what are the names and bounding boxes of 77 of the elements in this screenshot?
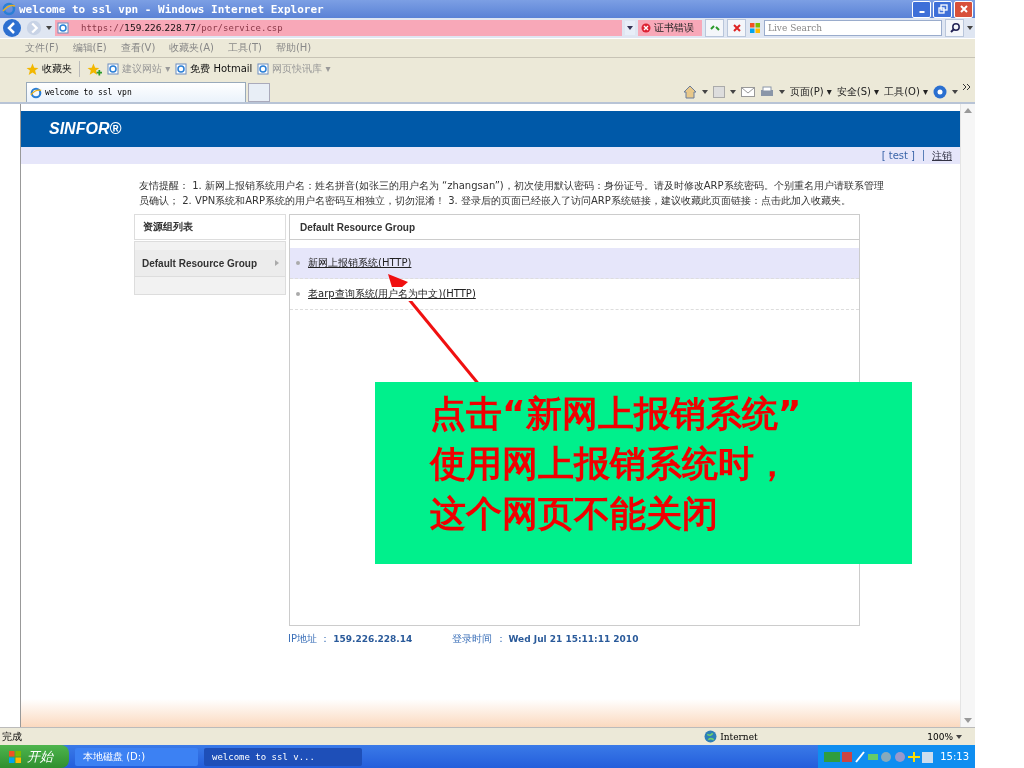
caret-icon[interactable] xyxy=(956,734,962,739)
address-dropdown-button[interactable] xyxy=(625,21,635,35)
notice-text: 员确认； 2. VPN系统和ARP系统的用户名密码互相独立，切勿混淆！ 3. 登录后的页面已经嵌入了访问ARP系统链接，建议收藏此页面链接：点击此加入收藏夹。 xyxy=(139,194,852,208)
command-menu[interactable]: 安全(S) ▾ xyxy=(836,85,880,99)
taskbar-button[interactable]: welcome to ssl v... xyxy=(204,747,362,766)
sidebar-title: 资源组列表 xyxy=(134,214,286,240)
scrollbar[interactable] xyxy=(960,104,975,727)
search-field[interactable]: Live Search xyxy=(764,20,942,36)
page-icon xyxy=(57,22,69,34)
login-time-label: 登录时间 ： xyxy=(452,632,506,646)
window-title: welcome to ssl vpn - Windows Internet Explorer xyxy=(19,2,324,16)
help-icon[interactable] xyxy=(933,85,947,99)
browser-icon xyxy=(30,86,42,99)
caret-icon[interactable] xyxy=(46,26,52,30)
annotation-text: 这个网页不能关闭 xyxy=(430,492,719,536)
error-icon xyxy=(641,23,651,33)
favorites-button[interactable]: 收藏夹 xyxy=(26,62,72,76)
scroll-down-icon[interactable] xyxy=(964,718,972,723)
page-icon xyxy=(107,63,119,75)
login-time-value: Wed Jul 21 15:11:11 2010 xyxy=(508,634,639,644)
caret-icon[interactable] xyxy=(701,90,708,94)
clock: 15:13 xyxy=(940,751,969,762)
resource-group-item[interactable]: Default Resource Group xyxy=(135,250,285,277)
ip-value: 159.226.228.14 xyxy=(333,634,413,644)
minimize-button[interactable] xyxy=(912,0,931,18)
certificate-error-button[interactable]: 证书错误 xyxy=(638,20,702,36)
annotation-text: 使用网上报销系统时， xyxy=(430,442,791,486)
restore-icon xyxy=(937,4,948,14)
caret-icon[interactable] xyxy=(967,26,973,30)
stop-button[interactable] xyxy=(727,19,746,37)
windows-logo xyxy=(8,749,22,764)
back-button[interactable] xyxy=(2,18,22,38)
annotation-text: 点击“新网上报销系统” xyxy=(430,392,803,436)
bullet-icon xyxy=(296,261,300,265)
chevron-icon xyxy=(275,260,279,266)
address-field[interactable]: https://159.226.228.77/por/service.csp xyxy=(55,20,622,36)
browser-icon xyxy=(2,2,16,16)
close-icon xyxy=(958,4,969,14)
scroll-up-icon[interactable] xyxy=(964,108,972,113)
command-menu[interactable]: 工具(O) ▾ xyxy=(884,85,928,99)
bullet-icon xyxy=(296,292,300,296)
search-button[interactable] xyxy=(945,19,964,37)
command-menu[interactable]: 页面(P) ▾ xyxy=(789,85,832,99)
refresh-button[interactable] xyxy=(705,19,724,37)
caret-icon[interactable] xyxy=(952,90,958,94)
home-icon[interactable] xyxy=(682,85,697,99)
close-button[interactable] xyxy=(954,0,973,18)
brand-logo: SINFOR® xyxy=(49,120,122,138)
stop-icon xyxy=(730,22,743,34)
search-provider-icon xyxy=(749,22,761,34)
status-text: 完成 xyxy=(1,729,22,744)
caret-icon[interactable] xyxy=(778,90,785,94)
minimize-icon xyxy=(918,11,925,13)
more-icon[interactable] xyxy=(963,84,971,90)
tray-icons-drawing[interactable] xyxy=(824,749,935,764)
page-icon xyxy=(175,63,188,75)
browser-tab[interactable]: welcome to ssl vpn xyxy=(26,82,246,102)
taskbar-button[interactable]: 本地磁盘 (D:) xyxy=(75,747,198,766)
restore-button[interactable] xyxy=(933,0,952,18)
caret-icon xyxy=(627,26,633,30)
resource-link[interactable]: 新网上报销系统(HTTP) xyxy=(308,256,412,270)
globe-icon xyxy=(704,730,718,743)
page-icon xyxy=(257,63,270,75)
add-favorite-icon[interactable] xyxy=(87,62,102,76)
favorites-link[interactable]: 免费 Hotmail xyxy=(175,62,253,76)
user-name: [ test ] xyxy=(881,150,915,161)
notice-text: 友情提醒： 1. 新网上报销系统用户名：姓名拼音(如张三的用户名为 “zhangsan”)，初次使用默认密码：身份证号。请及时修改ARP系统密码。个别重名用户请联系管理 xyxy=(139,179,885,193)
logout-link[interactable]: 注销 xyxy=(932,148,952,163)
caret-icon[interactable] xyxy=(729,90,736,94)
panel-title: Default Resource Group xyxy=(290,215,859,240)
zoom-level[interactable]: 100% xyxy=(927,731,953,742)
star-icon xyxy=(26,62,39,76)
security-zone: Internet xyxy=(704,730,925,743)
search-icon xyxy=(948,22,961,34)
resource-link[interactable]: 老arp查询系统(用户名为中文)(HTTP) xyxy=(308,287,476,301)
forward-icon xyxy=(25,19,43,37)
ip-label: IP地址 ： xyxy=(288,632,331,646)
